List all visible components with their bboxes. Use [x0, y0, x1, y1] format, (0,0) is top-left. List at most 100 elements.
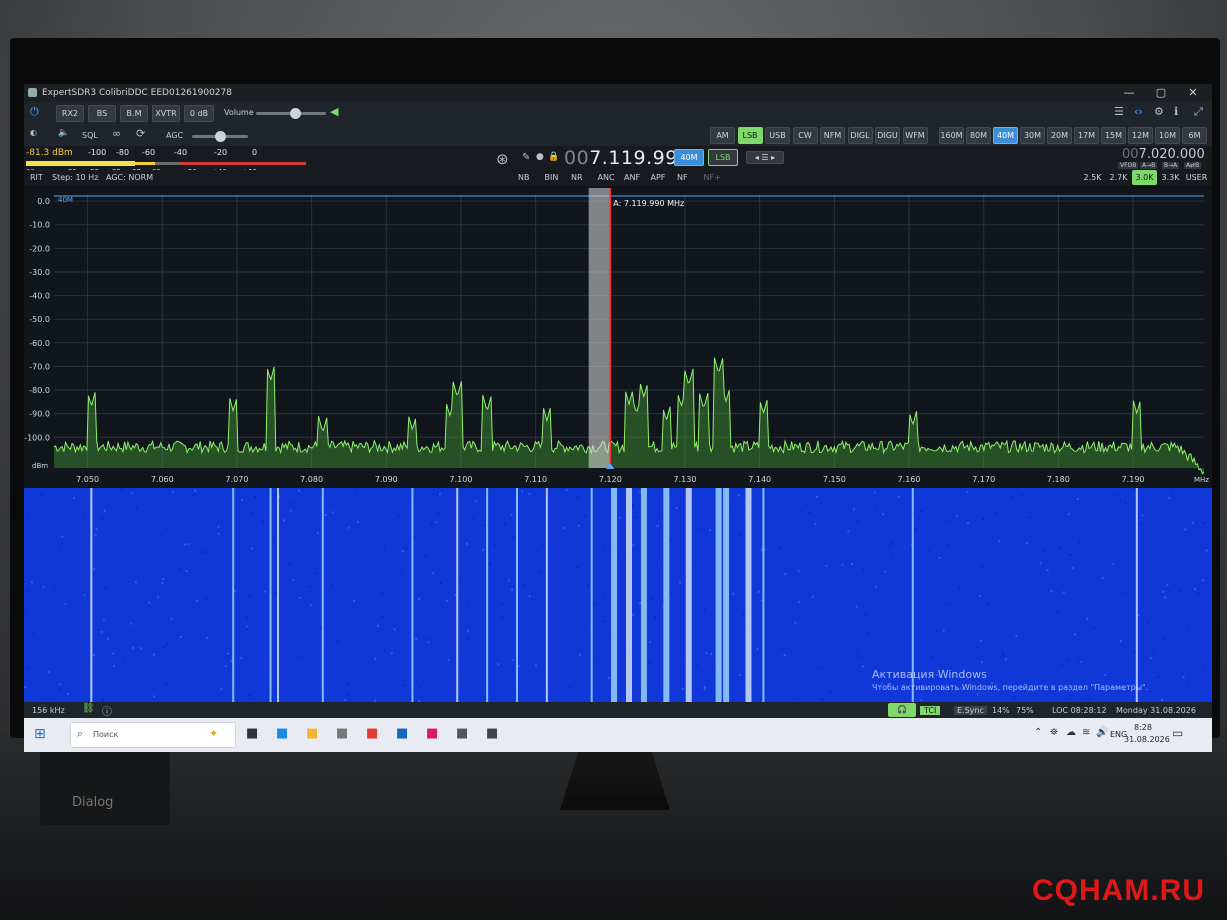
info-icon[interactable]: ℹ — [1174, 105, 1178, 118]
chrome-icon[interactable]: ■ — [366, 726, 378, 741]
rit-button[interactable]: RIT — [30, 173, 43, 182]
app-icon-3[interactable]: ■ — [456, 726, 468, 741]
filter-button-3.0k[interactable]: 3.0K — [1132, 170, 1157, 185]
band-button-12m[interactable]: 12M — [1128, 127, 1153, 144]
band-button-17m[interactable]: 17M — [1074, 127, 1099, 144]
dsp-button-nr[interactable]: NR — [571, 173, 583, 182]
mode-button-usb[interactable]: USB — [765, 127, 790, 144]
usb-icon[interactable]: ⛯ — [1050, 727, 1058, 738]
band-button-10m[interactable]: 10M — [1155, 127, 1180, 144]
start-icon[interactable]: ⊞ — [34, 726, 46, 742]
passband-highlight[interactable] — [588, 188, 611, 468]
status-item-4[interactable]: LOC 08:28:12 — [1052, 706, 1107, 715]
dsp-button-anf[interactable]: ANF — [624, 173, 640, 182]
menu-icon[interactable]: ☰ — [1114, 105, 1124, 118]
vfo-button-2[interactable]: B→A — [1162, 162, 1180, 169]
band-button-160m[interactable]: 160M — [939, 127, 964, 144]
band-button-80m[interactable]: 80M — [966, 127, 991, 144]
edge-icon[interactable]: ■ — [276, 726, 288, 741]
minimize-button[interactable]: — — [1114, 84, 1144, 102]
mode-button-nfm[interactable]: NFM — [820, 127, 845, 144]
vfo-button-0[interactable]: VFOB — [1118, 162, 1139, 169]
mode-button-wfm[interactable]: WFM — [902, 127, 928, 144]
band-button-40m[interactable]: 40M — [993, 127, 1018, 144]
headphones-icon[interactable]: 🎧 — [888, 703, 916, 717]
bandmap-stepper[interactable]: ◂ ☰ ▸ — [746, 151, 784, 164]
sdr-app-icon[interactable]: ■ — [486, 726, 498, 741]
status-item-5[interactable]: Monday 31.08.2026 — [1116, 706, 1196, 715]
network-icon[interactable]: ☁ — [1066, 727, 1076, 738]
tune-knob-icon[interactable]: ⊛ — [496, 150, 509, 168]
fullscreen-icon[interactable]: ⤢ — [1194, 105, 1203, 119]
mode-button-am[interactable]: AM — [710, 127, 735, 144]
link-icon[interactable]: ⛓ — [82, 703, 95, 714]
band-button-20m[interactable]: 20M — [1047, 127, 1072, 144]
toolbar-button-bs[interactable]: BS — [88, 105, 116, 122]
wifi-icon[interactable]: ≋ — [1082, 727, 1090, 738]
agc-knob[interactable] — [215, 131, 226, 142]
main-frequency[interactable]: 007.119.990 — [564, 147, 690, 169]
vfo-button-3[interactable]: A⇄B — [1184, 162, 1202, 169]
status-item-3[interactable]: 75% — [1016, 706, 1034, 715]
speaker-icon[interactable]: ◀ — [330, 105, 338, 118]
filter-button-3.3k[interactable]: 3.3K — [1158, 170, 1183, 185]
filter-button-2.5k[interactable]: 2.5K — [1080, 170, 1105, 185]
dsp-button-nb[interactable]: NB — [518, 173, 529, 182]
status-item-2[interactable]: 14% — [992, 706, 1010, 715]
dsp-button-apf[interactable]: APF — [651, 173, 666, 182]
band-button-15m[interactable]: 15M — [1101, 127, 1126, 144]
store-icon[interactable]: ■ — [336, 726, 348, 741]
toolbar-button-xvtr[interactable]: XVTR — [152, 105, 180, 122]
toolbar-button-rx2[interactable]: RX2 — [56, 105, 84, 122]
speaker-mute-icon[interactable]: 🔈 — [58, 128, 69, 138]
maximize-button[interactable]: ▢ — [1146, 84, 1176, 102]
dsp-button-bin[interactable]: BIN — [545, 173, 559, 182]
volume-knob[interactable] — [289, 108, 301, 119]
status-item-1[interactable]: E.Sync — [954, 706, 987, 715]
app-icon-1[interactable]: ■ — [396, 726, 408, 741]
taskbar-time[interactable]: 8:28 — [1134, 723, 1152, 732]
toolbar-button-0db[interactable]: 0 dB — [184, 105, 214, 122]
dsp-button-nfplus[interactable]: NF+ — [704, 173, 721, 182]
app-icon-2[interactable]: ■ — [426, 726, 438, 741]
code-icon[interactable]: ‹› — [1134, 105, 1143, 118]
loop-icon[interactable]: ∞ — [112, 127, 121, 140]
toolbar-button-bm[interactable]: B.M — [120, 105, 148, 122]
mode-button-digl[interactable]: DIGL — [847, 127, 873, 144]
band-button-6m[interactable]: 6M — [1182, 127, 1207, 144]
dsp-button-nf[interactable]: NF — [677, 173, 688, 182]
power-icon[interactable]: ⏻ — [30, 105, 39, 119]
mute-icon[interactable]: ◐ — [30, 128, 37, 137]
filter-button-2.7k[interactable]: 2.7K — [1106, 170, 1131, 185]
notifications-icon[interactable]: ▭ — [1172, 726, 1183, 740]
dsp-button-anc[interactable]: ANC — [598, 173, 615, 182]
tray-chevron-icon[interactable]: ⌃ — [1034, 727, 1042, 738]
record-icon[interactable]: ● — [536, 152, 544, 162]
spectrum-panel[interactable]: 0.0 -10.0 -20.0 -30.0 -40.0 -50.0 -60.0 -70.0 -8… — [24, 188, 1212, 488]
sub-frequency[interactable]: 007.020.000 — [1122, 147, 1205, 162]
task-view-icon[interactable]: ■ — [246, 726, 258, 741]
sql-button[interactable]: SQL — [82, 131, 98, 140]
mode-button-cw[interactable]: CW — [792, 127, 818, 144]
band-badge[interactable]: 40M — [674, 149, 704, 166]
waterfall-noise — [61, 535, 64, 538]
settings-icon[interactable]: ⚙ — [1154, 105, 1164, 118]
vfo-button-1[interactable]: A→B — [1140, 162, 1158, 169]
lock-icon[interactable]: 🔒 — [548, 152, 559, 162]
close-button[interactable]: ✕ — [1178, 84, 1208, 102]
pin-icon[interactable]: ✎ — [522, 152, 530, 163]
search-input[interactable]: ⌕ Поиск ✦ — [70, 722, 236, 748]
taskbar-date[interactable]: 31.08.2026 — [1124, 735, 1170, 744]
volume-tray-icon[interactable]: 🔊 — [1096, 727, 1108, 738]
agc-mode-label[interactable]: AGC: NORM — [106, 173, 153, 182]
refresh-icon[interactable]: ⟳ — [136, 127, 145, 140]
filter-button-user[interactable]: USER — [1184, 170, 1209, 185]
info-circle-icon[interactable]: ⓘ — [102, 703, 112, 718]
mode-button-digu[interactable]: DIGU — [875, 127, 900, 144]
mode-button-lsb[interactable]: LSB — [737, 127, 763, 144]
step-label[interactable]: Step: 10 Hz — [52, 173, 98, 182]
explorer-icon[interactable]: ■ — [306, 726, 318, 741]
mode-badge[interactable]: LSB — [708, 149, 738, 166]
band-button-30m[interactable]: 30M — [1020, 127, 1045, 144]
status-item-0[interactable]: TCI — [920, 706, 941, 715]
